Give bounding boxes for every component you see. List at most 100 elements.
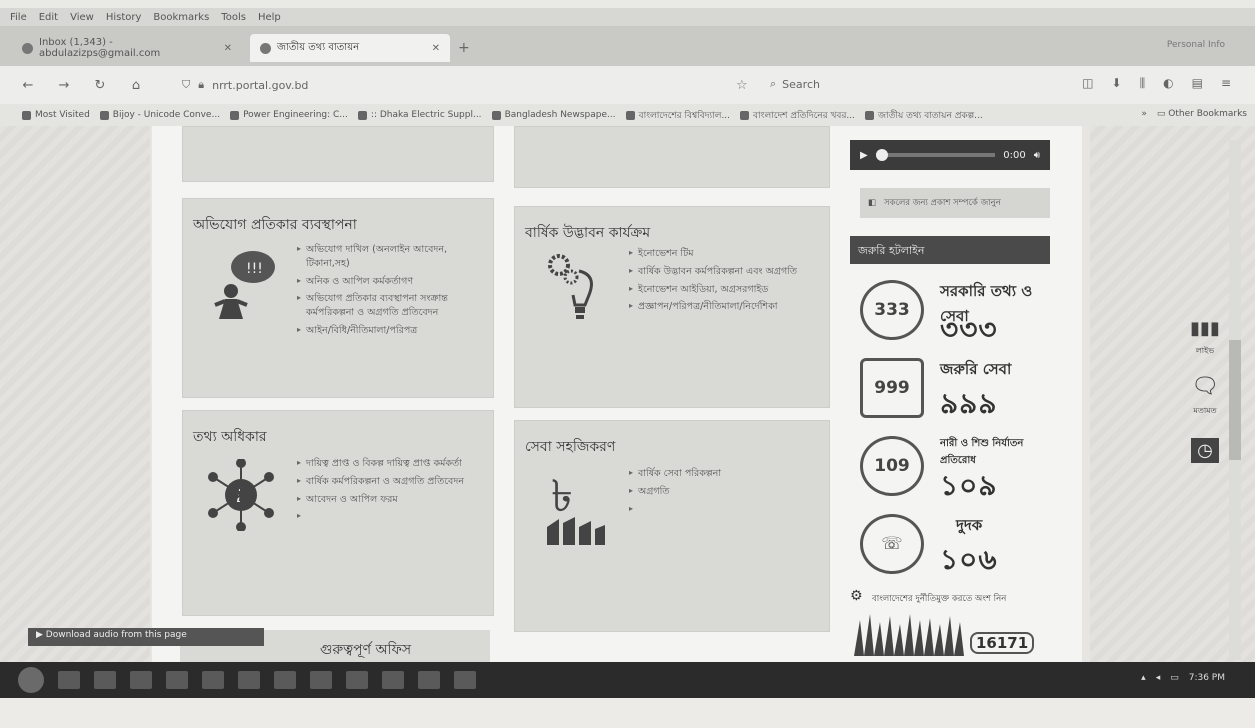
taskbar-app-icon[interactable] [346, 671, 368, 689]
card-link[interactable]: অগ্রগতি [629, 485, 824, 499]
bookmark-item[interactable]: Most Visited [22, 110, 90, 120]
tab-portal[interactable]: জাতীয় তথ্য বাতায়ন ✕ [250, 34, 450, 62]
close-tab-icon[interactable]: ✕ [224, 43, 232, 54]
audio-seek-bar[interactable] [875, 149, 996, 161]
menu-edit[interactable]: Edit [39, 12, 58, 23]
bar-chart-icon[interactable]: ▮▮▮ [1190, 318, 1220, 339]
feedback-icon[interactable]: 🗨︎ [1191, 374, 1219, 399]
other-bookmarks-button[interactable]: ▭ Other Bookmarks [1157, 109, 1247, 119]
star-icon[interactable]: ☆ [736, 78, 748, 93]
forward-icon[interactable]: → [54, 78, 74, 93]
url-bar[interactable]: ⛉ 🔒︎ nrrt.portal.gov.bd [182, 78, 662, 92]
card-link[interactable]: ইনোভেশন টিম [629, 247, 824, 261]
bookmark-icon [230, 110, 240, 120]
card-link[interactable]: ইনোভেশন আইডিয়া, অগ্রসরগাইড [629, 283, 824, 297]
menu-icon[interactable]: ≡ [1221, 76, 1231, 91]
search-box[interactable]: ⌕ Search [770, 77, 820, 91]
menu-help[interactable]: Help [258, 12, 281, 23]
taskbar-app-icon[interactable] [310, 671, 332, 689]
tab-inbox[interactable]: Inbox (1,343) - abdulazizps@gmail.com ✕ [12, 34, 242, 62]
card-link[interactable]: বার্ষিক উদ্ভাবন কর্মপরিকল্পনা এবং অগ্রগত… [629, 265, 824, 279]
card-link[interactable]: আইন/বিধি/নীতিমালা/পরিপত্র [297, 324, 487, 338]
card-link[interactable]: প্রজ্ঞাপন/পরিপত্র/নীতিমালা/নির্দেশিকা [629, 300, 824, 314]
bookmark-item[interactable]: Power Engineering: C... [230, 110, 348, 120]
library-icon[interactable]: ⫼ [1140, 76, 1146, 91]
taskbar-app-icon[interactable] [130, 671, 152, 689]
bookmark-item[interactable]: বাংলাদেশের বিশ্ববিদ্যাল... [625, 108, 730, 123]
system-tray: ▴ ◂ ▭ 7:36 PM [1141, 673, 1225, 683]
card-title[interactable]: বার্ষিক উদ্ভাবন কার্যক্রম [525, 221, 650, 245]
card-link[interactable]: দায়িত্ব প্রাপ্ত ও বিকল্প দায়িত্ব প্রাপ… [297, 457, 487, 471]
card-title[interactable]: সেবা সহজিকরণ [525, 435, 615, 459]
hotline-109[interactable]: 109 নারী ও শিশু নির্যাতন প্রতিরোধ ১০৯ [860, 432, 1050, 502]
bookmark-item[interactable]: Bijoy - Unicode Conve... [99, 110, 220, 120]
hotline-999[interactable]: 999 জরুরি সেবা ৯৯৯ [860, 354, 1050, 422]
taskbar-app-icon[interactable] [418, 671, 440, 689]
menu-bar: File Edit View History Bookmarks Tools H… [0, 8, 1255, 26]
download-audio-link[interactable]: ▶ Download audio from this page [28, 628, 264, 646]
volume-icon[interactable]: 🔊︎ [1034, 150, 1040, 161]
taskbar-app-icon[interactable] [454, 671, 476, 689]
url-text[interactable]: nrrt.portal.gov.bd [212, 79, 308, 92]
card-grievance: অভিযোগ প্রতিকার ব্যবস্থাপনা !!! অভিযোগ দ… [182, 198, 494, 398]
hotline-16171[interactable]: ⚙ বাংলাদেশের দুর্নীতিমুক্ত করতে অংশ নিন … [850, 588, 1050, 662]
account-icon[interactable]: ◐ [1163, 76, 1173, 91]
bookmark-icon [357, 110, 367, 120]
card-link[interactable]: অভিযোগ দাখিল (অনলাইন আবেদন, টিকানা,সহ) [297, 243, 487, 271]
hotline-106[interactable]: ☏ দুদক ১০৬ [860, 510, 1050, 578]
card-link[interactable]: আবেদন ও আপিল ফরম [297, 493, 487, 507]
taskbar-app-icon[interactable] [166, 671, 188, 689]
battery-icon[interactable]: ▭ [1170, 673, 1179, 683]
pocket-icon[interactable]: ◫ [1082, 76, 1093, 91]
bookmark-icon [740, 110, 750, 120]
taskbar-app-icon[interactable] [382, 671, 404, 689]
menu-history[interactable]: History [106, 12, 142, 23]
bookmark-item[interactable]: বাংলাদেশ প্রতিদিনের খবর... [740, 108, 855, 123]
hotline-333[interactable]: 333 সরকারি তথ্য ও সেবা ৩৩৩ [860, 276, 1050, 346]
card-link[interactable]: অনিক ও আপিল কর্মকর্তাগণ [297, 275, 487, 289]
bookmark-item[interactable]: :: Dhaka Electric Suppl... [357, 110, 482, 120]
menu-view[interactable]: View [70, 12, 94, 23]
tab-label: Inbox (1,343) - abdulazizps@gmail.com [39, 37, 161, 59]
audio-player[interactable]: ▶ 0:00 🔊︎ [850, 140, 1050, 170]
taskbar-app-icon[interactable] [274, 671, 296, 689]
back-icon[interactable]: ← [18, 78, 38, 93]
menu-bookmarks[interactable]: Bookmarks [153, 12, 209, 23]
decorative-background [0, 126, 150, 662]
download-icon[interactable]: ⬇ [1112, 76, 1122, 91]
extension-icon[interactable]: ▤ [1192, 76, 1203, 91]
start-button[interactable] [18, 667, 44, 693]
clock-icon[interactable]: ◷ [1191, 438, 1219, 463]
network-icon[interactable]: ▴ [1141, 673, 1146, 683]
shield-icon: ⛉ [182, 78, 191, 91]
bookmark-item[interactable]: Bangladesh Newspape... [491, 110, 616, 120]
reload-icon[interactable]: ↻ [90, 78, 110, 93]
card-link[interactable]: বার্ষিক কর্মপরিকল্পনা ও অগ্রগতি প্রতিবেদ… [297, 475, 487, 489]
lightbulb-gear-icon [548, 254, 593, 319]
home-icon[interactable]: ⌂ [126, 78, 146, 93]
card-title[interactable]: তথ্য অধিকার [193, 425, 267, 449]
new-tab-button[interactable]: + [458, 40, 470, 56]
scrollbar-thumb[interactable] [1229, 340, 1241, 460]
read-aloud-bar[interactable]: ◧ সকলের জন্য প্রকাশ সম্পর্কে জানুন [860, 188, 1050, 218]
taskbar-app-icon[interactable] [58, 671, 80, 689]
bookmark-item[interactable]: জাতীয় তথ্য বাতায়ন প্রকল্প... [864, 108, 983, 123]
tab-meta: Personal Info [1166, 40, 1225, 50]
play-icon[interactable]: ▶ [860, 150, 868, 161]
bookmarks-overflow-button[interactable]: » [1141, 109, 1147, 119]
taskbar-app-icon[interactable] [238, 671, 260, 689]
taskbar-app-icon[interactable] [94, 671, 116, 689]
card-title[interactable]: অভিযোগ প্রতিকার ব্যবস্থাপনা [193, 213, 357, 237]
close-tab-icon[interactable]: ✕ [432, 43, 440, 54]
card-link[interactable]: অভিযোগ প্রতিকার ব্যবস্থাপনা সংক্রান্ত কর… [297, 292, 487, 320]
bookmark-icon [864, 110, 874, 120]
seek-handle[interactable] [875, 149, 888, 161]
taskbar-app-icon[interactable] [202, 671, 224, 689]
card-link[interactable]: বার্ষিক সেবা পরিকল্পনা [629, 467, 824, 481]
menu-file[interactable]: File [10, 12, 27, 23]
volume-icon[interactable]: ◂ [1156, 673, 1161, 683]
tray-clock[interactable]: 7:36 PM [1189, 673, 1225, 683]
menu-tools[interactable]: Tools [221, 12, 246, 23]
card-title[interactable]: গুরুত্বপূর্ণ অফিস [320, 642, 411, 658]
scrollbar[interactable] [1229, 140, 1241, 660]
